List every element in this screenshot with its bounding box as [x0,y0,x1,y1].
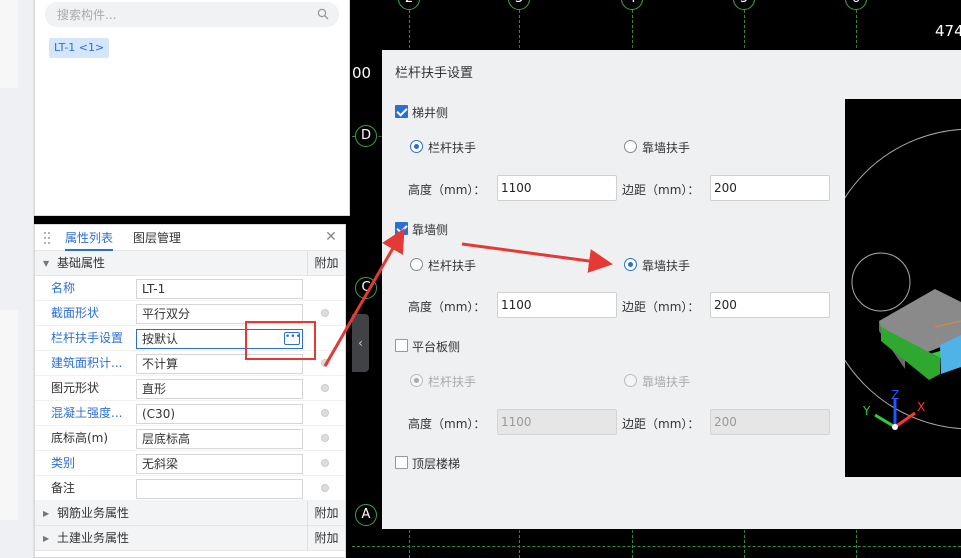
annotation-arrows [323,228,613,367]
annotation-arrow [323,228,405,367]
annotation-arrow [461,242,613,273]
